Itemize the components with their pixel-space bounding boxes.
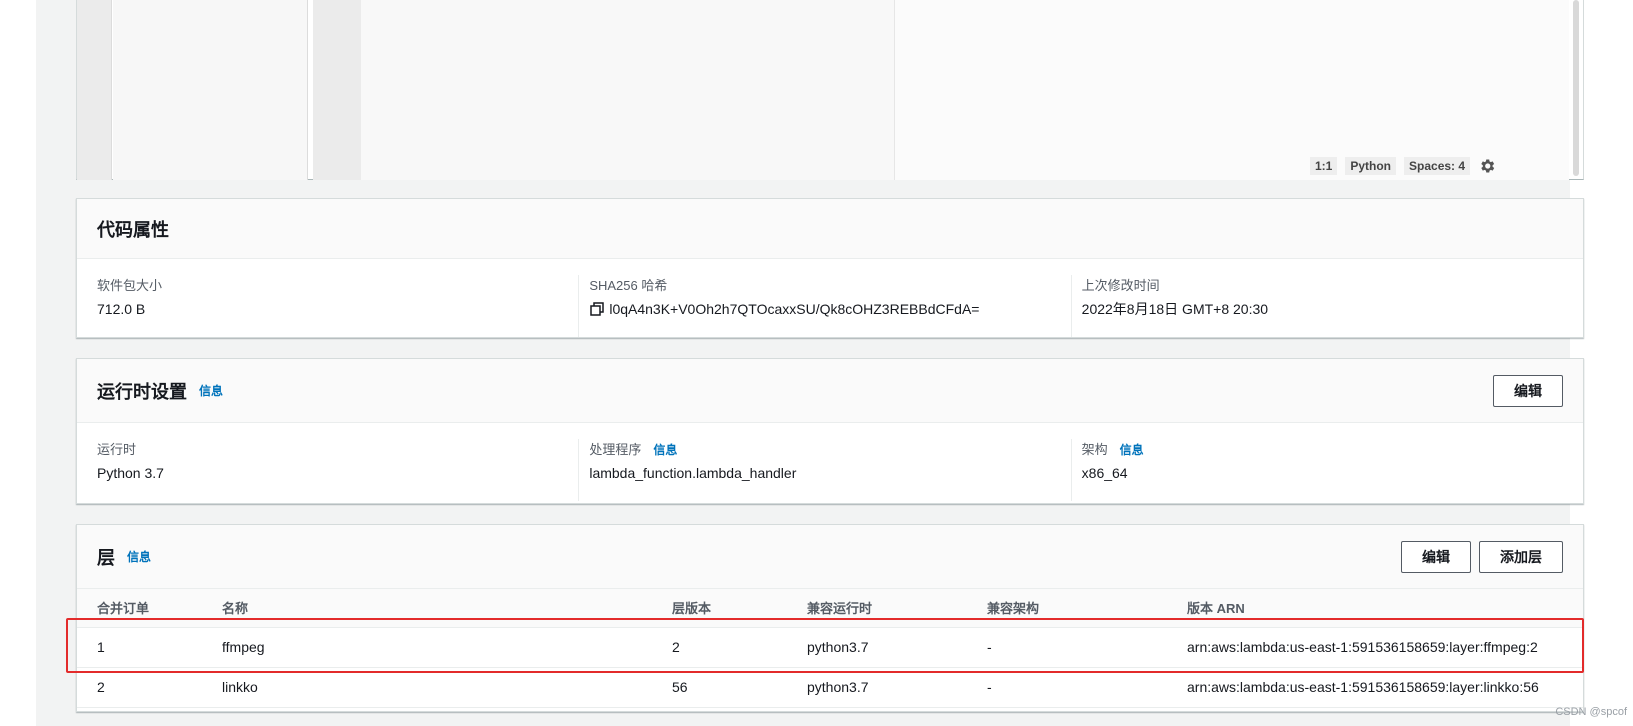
column-header-version-arn[interactable]: 版本 ARN [1167, 589, 1583, 628]
runtime-settings-panel: 运行时设置 信息 编辑 运行时 Python 3.7 处理程序 信息 lambd… [76, 358, 1584, 504]
package-size-value: 712.0 B [97, 301, 146, 317]
arch-column: 架构 信息 x86_64 [1070, 439, 1563, 501]
column-header-runtimes[interactable]: 兼容运行时 [787, 589, 967, 628]
handler-value: lambda_function.lambda_handler [589, 465, 797, 481]
indent-setting[interactable]: Spaces: 4 [1404, 157, 1471, 175]
version-arn-cell: arn:aws:lambda:us-east-1:591536158659:la… [1167, 627, 1583, 668]
modified-label: 上次修改时间 [1081, 278, 1160, 293]
edit-runtime-button[interactable]: 编辑 [1493, 374, 1563, 407]
watermark: CSDN @spcof [1555, 706, 1627, 718]
runtime-label: 运行时 [97, 442, 137, 457]
sha-value-row: l0qA4n3K+V0Oh2h7QTOcaxxSU/Qk8cOHZ3REBBdC… [589, 297, 1060, 321]
editor-status-bar: 1:1 Python Spaces: 4 [1310, 156, 1496, 176]
handler-column: 处理程序 信息 lambda_function.lambda_handler [578, 439, 1070, 501]
arch-value: x86_64 [1081, 465, 1128, 481]
table-row[interactable]: 2 linkko 56 python3.7 - arn:aws:lambda:u… [77, 667, 1583, 708]
layers-header: 层 信息 编辑 添加层 [77, 525, 1583, 589]
layer-name-cell: linkko [202, 667, 652, 708]
info-link[interactable]: 信息 [199, 382, 223, 399]
info-link[interactable]: 信息 [127, 548, 151, 565]
panel-title: 层 [97, 547, 115, 568]
arch-info-link[interactable]: 信息 [1120, 439, 1144, 461]
column-header-name[interactable]: 名称 [202, 589, 652, 628]
editor-scrollbar[interactable] [1573, 0, 1579, 176]
panel-title: 代码属性 [97, 219, 169, 240]
sha-column: SHA256 哈希 l0qA4n3K+V0Oh2h7QTOcaxxSU/Qk8c… [578, 275, 1070, 337]
sha-value: l0qA4n3K+V0Oh2h7QTOcaxxSU/Qk8cOHZ3REBBdC… [609, 301, 980, 317]
layer-version-cell: 2 [652, 627, 787, 668]
code-properties-panel: 代码属性 软件包大小 712.0 B SHA256 哈希 l0qA4n3K+V0… [76, 198, 1584, 338]
layers-table: 合并订单 名称 层版本 兼容运行时 兼容架构 版本 ARN 1 ffmpeg 2… [77, 589, 1583, 708]
column-header-architectures[interactable]: 兼容架构 [967, 589, 1167, 628]
package-size-column: 软件包大小 712.0 B [97, 275, 578, 337]
add-layer-button[interactable]: 添加层 [1479, 540, 1563, 573]
editor-line-gutter [313, 0, 361, 180]
layers-panel: 层 信息 编辑 添加层 合并订单 名称 层版本 兼容运行时 兼容架构 版本 AR… [76, 524, 1584, 712]
editor-file-tree[interactable] [113, 0, 308, 180]
edit-layers-button[interactable]: 编辑 [1401, 540, 1471, 573]
arch-label: 架构 [1081, 442, 1108, 457]
code-properties-header: 代码属性 [77, 199, 1583, 259]
runtime-column: 运行时 Python 3.7 [97, 439, 578, 501]
column-header-layer-version[interactable]: 层版本 [652, 589, 787, 628]
panel-title: 运行时设置 [97, 381, 187, 402]
package-size-label: 软件包大小 [97, 278, 163, 293]
runtime-cell: python3.7 [787, 627, 967, 668]
layer-name-cell: ffmpeg [202, 627, 652, 668]
sha-label: SHA256 哈希 [589, 278, 668, 293]
merge-order-cell: 1 [77, 627, 202, 668]
editor-file-gutter [77, 0, 112, 180]
cursor-position[interactable]: 1:1 [1310, 157, 1338, 175]
code-editor[interactable] [76, 0, 1584, 180]
editor-code-area[interactable] [361, 0, 895, 180]
architecture-cell: - [967, 627, 1167, 668]
modified-column: 上次修改时间 2022年8月18日 GMT+8 20:30 [1070, 275, 1563, 337]
modified-value: 2022年8月18日 GMT+8 20:30 [1081, 301, 1269, 317]
table-row[interactable]: 1 ffmpeg 2 python3.7 - arn:aws:lambda:us… [77, 627, 1583, 668]
handler-label: 处理程序 [589, 442, 642, 457]
gear-icon[interactable] [1478, 157, 1496, 175]
merge-order-cell: 2 [77, 667, 202, 708]
runtime-settings-header: 运行时设置 信息 编辑 [77, 359, 1583, 423]
version-arn-cell: arn:aws:lambda:us-east-1:591536158659:la… [1167, 667, 1583, 708]
layer-version-cell: 56 [652, 667, 787, 708]
table-header-row: 合并订单 名称 层版本 兼容运行时 兼容架构 版本 ARN [77, 589, 1583, 628]
handler-info-link[interactable]: 信息 [653, 439, 677, 461]
architecture-cell: - [967, 667, 1167, 708]
handler-label-row: 处理程序 信息 [589, 439, 1060, 461]
arch-label-row: 架构 信息 [1082, 439, 1553, 461]
runtime-value: Python 3.7 [97, 465, 164, 481]
copy-icon[interactable] [589, 301, 605, 317]
runtime-cell: python3.7 [787, 667, 967, 708]
column-header-merge-order[interactable]: 合并订单 [77, 589, 202, 628]
language-mode[interactable]: Python [1345, 157, 1397, 175]
editor-side-pane[interactable] [895, 0, 1569, 180]
